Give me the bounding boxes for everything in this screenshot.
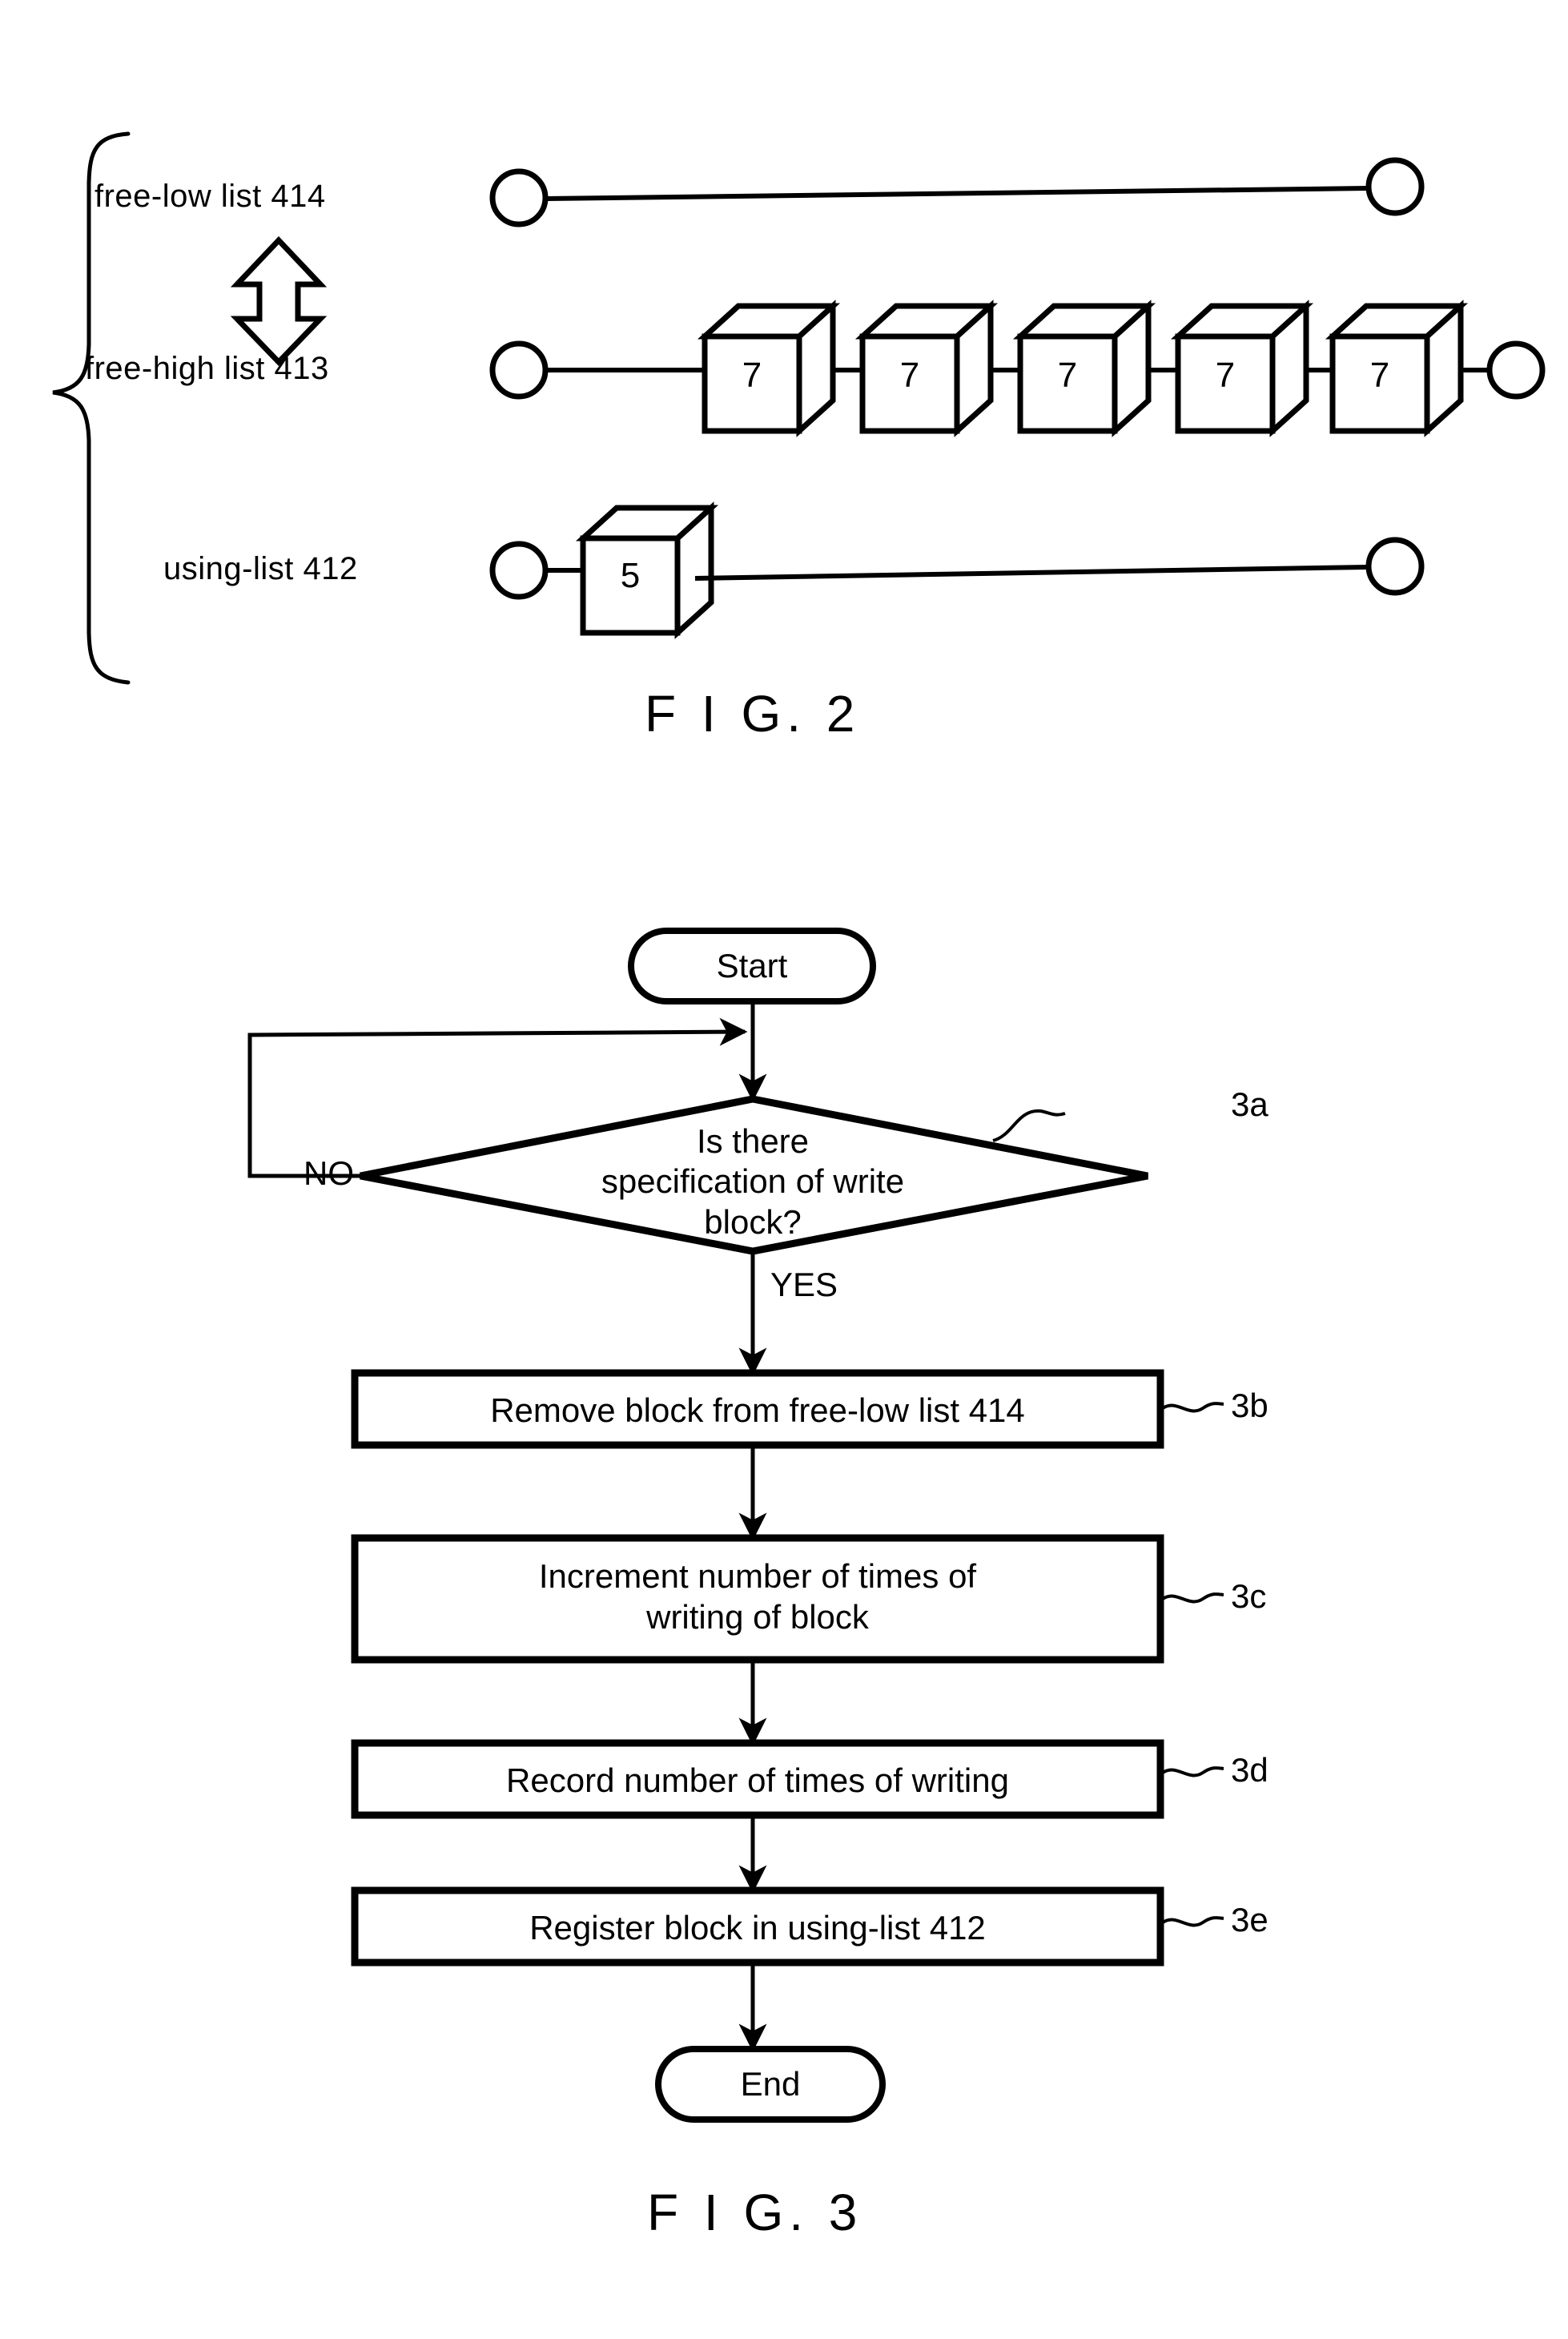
block-value-free-high-3: 7 — [1057, 356, 1078, 395]
reference-label-3a: 3a — [1231, 1085, 1268, 1123]
block-value-free-high-4: 7 — [1215, 356, 1236, 395]
list-head-circle — [489, 541, 549, 600]
decision-no-label: NO — [304, 1154, 354, 1192]
reference-label-3e: 3e — [1231, 1901, 1268, 1938]
decision-text-line-2: specification of write — [601, 1162, 905, 1201]
reference-label-3b: 3b — [1231, 1387, 1268, 1424]
process-box-3b-text: Remove block from free-low list 414 — [490, 1391, 1025, 1429]
end-node-label: End — [740, 2065, 801, 2103]
reference-leader-3e — [1161, 1916, 1224, 1927]
list-link-line — [545, 186, 1368, 201]
block-value-free-high-1: 7 — [742, 356, 762, 395]
block-value-free-high-5: 7 — [1369, 356, 1390, 395]
using-list-label: using-list 412 — [163, 551, 358, 586]
reference-leader-3d — [1161, 1766, 1224, 1777]
process-box-3c-line-1: Increment number of times of — [538, 1557, 977, 1595]
reference-label-3c: 3c — [1231, 1577, 1267, 1615]
process-box-3e-text: Register block in using-list 412 — [529, 1909, 986, 1946]
list-head-circle — [489, 168, 549, 227]
figure3-caption: F I G. 3 — [647, 2184, 863, 2241]
process-box-3d-text: Record number of times of writing — [506, 1761, 1009, 1799]
list-tail-circle — [1365, 157, 1425, 216]
figure2-caption: F I G. 2 — [645, 685, 861, 743]
free-high-list-label: free-high list 413 — [85, 351, 329, 386]
block-value-free-high-2: 7 — [899, 356, 920, 395]
free-low-list-row — [489, 157, 1425, 227]
decision-text-line-3: block? — [704, 1202, 802, 1241]
list-head-circle — [489, 340, 549, 400]
figure2-group — [52, 131, 1546, 685]
free-low-list-label: free-low list 414 — [94, 179, 326, 214]
list-link-line — [694, 565, 1368, 581]
block-value-using-1: 5 — [620, 556, 641, 595]
list-tail-circle — [1365, 537, 1425, 596]
reference-leader-3b — [1161, 1402, 1224, 1413]
exchange-double-arrow-icon — [230, 236, 328, 367]
decision-text: Is there specification of write block? — [480, 1121, 1025, 1242]
process-box-3c-line-2: writing of block — [646, 1598, 869, 1636]
process-box-3c-text: Increment number of times of writing of … — [355, 1556, 1160, 1637]
patent-drawing-sheet: free-low list 414 free-high list 413 usi… — [0, 0, 1568, 2339]
reference-leader-3c — [1161, 1592, 1224, 1604]
decision-yes-label: YES — [770, 1266, 838, 1303]
decision-text-line-1: Is there — [696, 1122, 810, 1160]
grouping-brace — [52, 131, 131, 685]
reference-label-3d: 3d — [1231, 1751, 1268, 1789]
start-node-label: Start — [716, 947, 788, 984]
list-tail-circle — [1486, 340, 1546, 400]
